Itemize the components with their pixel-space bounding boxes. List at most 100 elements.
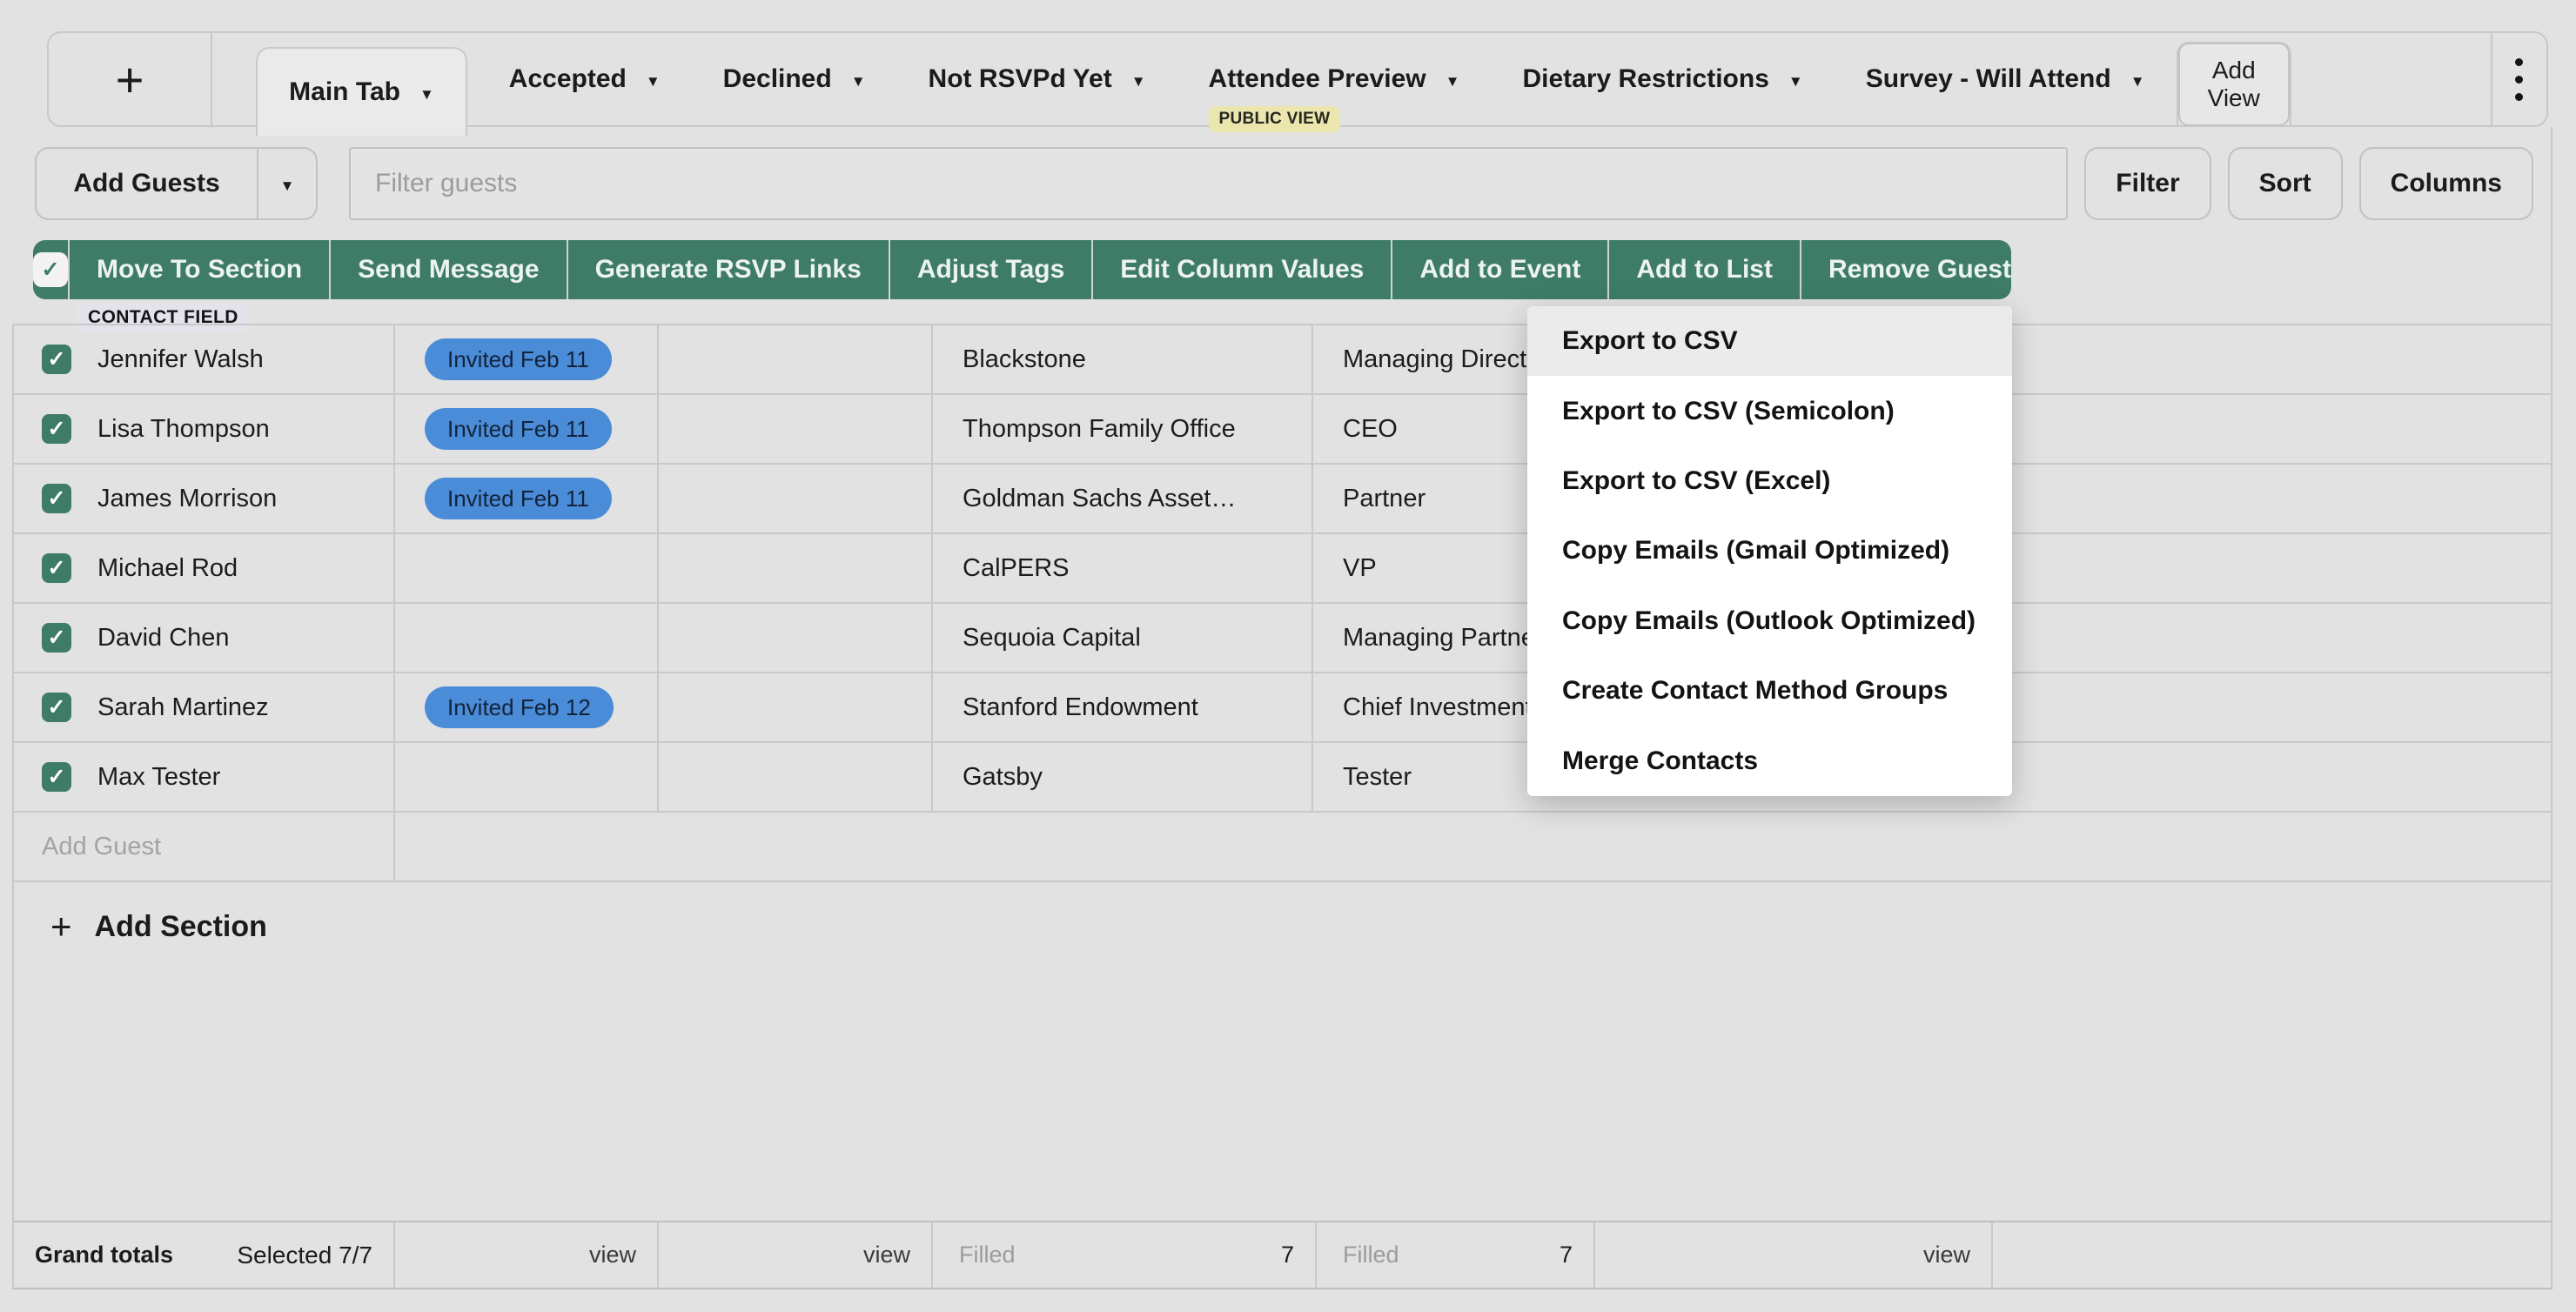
empty-cell [659,395,933,463]
generate-rsvp-links-button[interactable]: Generate RSVP Links [568,240,890,299]
status-badge: Invited Feb 11 [425,338,612,380]
company-name: CalPERS [963,554,1070,583]
tab-label: Attendee Preview [1209,64,1426,94]
empty-cell [395,813,2553,880]
tab-not-rsvpd-yet[interactable]: Not RSVPd Yet ▼ [897,33,1177,125]
view-summary-link[interactable]: view [1923,1242,1970,1268]
status-cell [395,743,659,811]
header-spacer [2291,33,2491,125]
name-cell: ✓ James Morrison [14,465,395,532]
menu-item-create-contact-method-groups[interactable]: Create Contact Method Groups [1527,656,2012,726]
status-cell [395,604,659,672]
table-row[interactable]: ✓ Max Tester Gatsby Tester [14,743,2553,813]
filter-guests-input[interactable] [349,147,2068,220]
name-cell: ✓ Max Tester [14,743,395,811]
tab-label: Dietary Restrictions [1522,64,1768,94]
empty-cell [1989,604,2553,672]
kebab-icon [2515,58,2523,101]
guest-name: Jennifer Walsh [97,345,264,374]
name-cell: ✓ David Chen [14,604,395,672]
move-to-section-button[interactable]: Move To Section [70,240,331,299]
company-name: Blackstone [963,345,1086,374]
job-title: Managing Director [1343,345,1549,374]
menu-item-export-csv-excel[interactable]: Export to CSV (Excel) [1527,446,2012,516]
add-to-list-button[interactable]: Add to List [1609,240,1801,299]
menu-item-export-csv[interactable]: Export to CSV [1527,306,2012,376]
row-checkbox[interactable]: ✓ [42,623,71,653]
add-view-button[interactable]: Add View [2178,43,2290,126]
table-row[interactable]: ✓ Michael Rod CalPERS VP [14,534,2553,604]
company-name: Goldman Sachs Asset… [963,485,1236,513]
tab-bar-menu-button[interactable] [2491,33,2546,125]
empty-cell [659,465,933,532]
add-section-button[interactable]: + Add Section [50,908,267,945]
row-checkbox[interactable]: ✓ [42,762,71,792]
menu-item-merge-contacts[interactable]: Merge Contacts [1527,726,2012,796]
tab-label: Accepted [509,64,627,94]
columns-button[interactable]: Columns [2359,147,2533,220]
summary-cell-blank [1993,1222,2553,1288]
more-options-menu: Export to CSV Export to CSV (Semicolon) … [1527,306,2012,796]
add-guest-row[interactable]: Add Guest [14,813,2553,882]
status-cell: Invited Feb 11 [395,465,659,532]
menu-item-copy-emails-gmail[interactable]: Copy Emails (Gmail Optimized) [1527,516,2012,586]
edit-column-values-button[interactable]: Edit Column Values [1093,240,1392,299]
add-guests-dropdown-toggle[interactable]: ▼ [257,149,316,218]
filter-button[interactable]: Filter [2084,147,2210,220]
status-cell: Invited Feb 12 [395,673,659,741]
grand-totals-cell: Grand totals Selected 7/7 [14,1222,395,1288]
chevron-down-icon: ▼ [646,74,661,89]
adjust-tags-button[interactable]: Adjust Tags [890,240,1093,299]
view-summary-link[interactable]: view [589,1242,636,1268]
empty-cell [1989,325,2553,393]
empty-cell [1989,743,2553,811]
sort-button[interactable]: Sort [2228,147,2343,220]
guest-name: David Chen [97,624,230,653]
send-message-button[interactable]: Send Message [331,240,567,299]
job-title: Tester [1343,763,1412,792]
table-row[interactable]: ✓ Lisa Thompson Invited Feb 11 Thompson … [14,395,2553,465]
row-checkbox[interactable]: ✓ [42,693,71,722]
chevron-down-icon: ▼ [280,178,295,193]
tab-label: Survey - Will Attend [1866,64,2111,94]
status-cell: Invited Feb 11 [395,395,659,463]
menu-item-export-csv-semicolon[interactable]: Export to CSV (Semicolon) [1527,376,2012,445]
tabs-container: Main Tab ▼ Accepted ▼ Declined ▼ Not RSV… [212,33,2176,125]
tab-accepted[interactable]: Accepted ▼ [478,33,692,125]
remove-guests-button[interactable]: Remove Guests [1801,240,2011,299]
row-checkbox[interactable]: ✓ [42,345,71,374]
guest-name: Sarah Martinez [97,693,269,722]
tab-attendee-preview[interactable]: Attendee Preview ▼ PUBLIC VIEW [1177,33,1492,125]
filled-label: Filled [959,1242,1016,1268]
table-row[interactable]: ✓ Sarah Martinez Invited Feb 12 Stanford… [14,673,2553,743]
row-checkbox[interactable]: ✓ [42,414,71,444]
table-row[interactable]: ✓ David Chen Sequoia Capital Managing Pa… [14,604,2553,673]
grand-totals-bar: Grand totals Selected 7/7 view view Fill… [12,1221,2553,1289]
filled-label: Filled [1343,1242,1399,1268]
status-badge: Invited Feb 11 [425,408,612,450]
add-to-event-button[interactable]: Add to Event [1392,240,1609,299]
row-checkbox[interactable]: ✓ [42,553,71,583]
select-all-checkbox[interactable]: ✓ [33,252,68,287]
add-section-area: + Add Section [14,882,2553,1222]
tab-survey-will-attend[interactable]: Survey - Will Attend ▼ [1835,33,2177,125]
empty-cell [1989,395,2553,463]
menu-item-copy-emails-outlook[interactable]: Copy Emails (Outlook Optimized) [1527,586,2012,656]
status-badge: Invited Feb 12 [425,686,614,728]
filled-count: 7 [1560,1242,1573,1268]
job-title: Partner [1343,485,1426,513]
job-title: VP [1343,554,1377,583]
add-guests-button[interactable]: Add Guests [37,149,257,218]
tab-dietary-restrictions[interactable]: Dietary Restrictions ▼ [1491,33,1834,125]
empty-cell [659,673,933,741]
tab-main-tab[interactable]: Main Tab ▼ [256,47,467,136]
table-row[interactable]: ✓ Jennifer Walsh Invited Feb 11 Blacksto… [14,325,2553,395]
tab-declined[interactable]: Declined ▼ [692,33,897,125]
table-row[interactable]: ✓ James Morrison Invited Feb 11 Goldman … [14,465,2553,534]
company-cell: Gatsby [933,743,1313,811]
add-tab-button[interactable]: + [49,33,212,125]
view-summary-link[interactable]: view [863,1242,910,1268]
name-cell: ✓ Michael Rod [14,534,395,602]
chevron-down-icon: ▼ [851,74,866,89]
row-checkbox[interactable]: ✓ [42,484,71,513]
